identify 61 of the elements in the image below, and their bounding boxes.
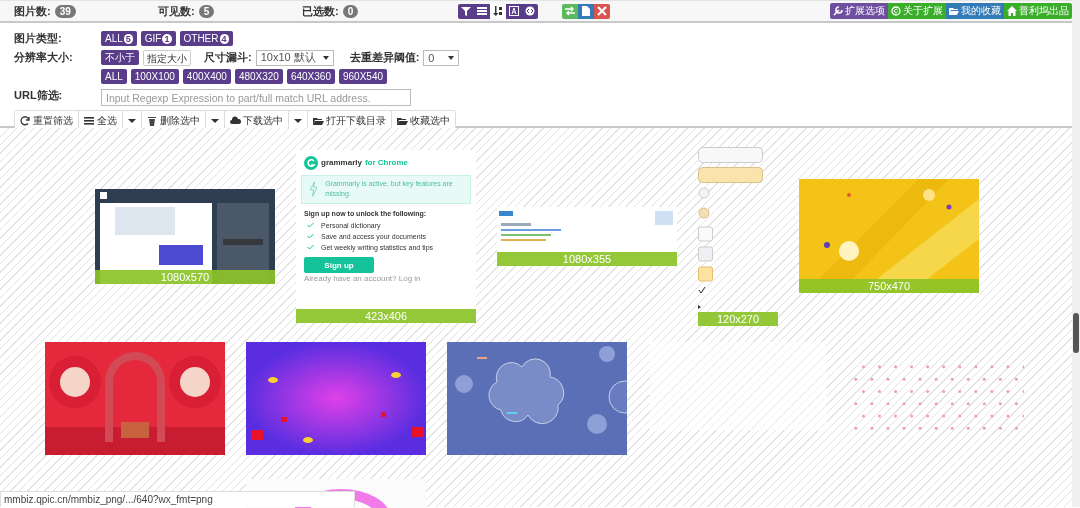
size-preset-button[interactable]: 400X400 <box>182 69 231 84</box>
logo-icon <box>304 155 318 170</box>
toolbar-button[interactable]: 打开下载目录 <box>308 111 392 131</box>
toolbar-button[interactable]: 收藏选中 <box>392 111 455 131</box>
folder-icon <box>397 116 408 126</box>
refresh-icon <box>20 116 31 126</box>
list-icon <box>84 116 95 126</box>
folder-icon <box>313 116 324 126</box>
product-name: for Chrome <box>364 158 409 167</box>
type-filter-button[interactable]: OTHER 4 <box>179 31 233 46</box>
caret-icon <box>294 119 302 123</box>
home-icon <box>1007 6 1017 16</box>
type-filter-button[interactable]: GIF 1 <box>140 31 176 46</box>
code-tool-icon[interactable] <box>522 3 538 19</box>
count-badge: 0 <box>342 4 359 18</box>
scrollbar[interactable] <box>1072 0 1080 507</box>
filter-label: 去重差异阈值: <box>349 50 420 65</box>
size-preset-button[interactable]: 480X320 <box>234 69 283 84</box>
status-bar-url: mmbiz.qpic.cn/mmbiz_png/.../640?wx_fmt=png <box>0 491 355 507</box>
file-icon[interactable] <box>578 3 594 19</box>
brand-name: grammarly <box>321 158 362 167</box>
filter-label: 分辨率大小: <box>14 50 74 65</box>
folder-icon <box>949 6 959 16</box>
trash-icon <box>147 116 158 126</box>
header-link[interactable]: 我的收藏 <box>946 3 1004 19</box>
count-label: 可见数: <box>158 3 195 19</box>
header-link[interactable]: 扩展选项 <box>830 3 888 19</box>
size-mode-button[interactable]: 指定大小 <box>143 49 191 66</box>
size-label: 120x270 <box>698 311 778 326</box>
close-icon[interactable] <box>594 3 610 19</box>
toolbar-button[interactable]: 下载选中 <box>225 111 289 131</box>
size-preset-button[interactable]: 100X100 <box>130 69 179 84</box>
font-tool-icon[interactable] <box>506 3 522 19</box>
filter-label: URL筛选: <box>14 88 64 103</box>
count-badge: 5 <box>198 4 215 18</box>
caret-icon <box>211 119 219 123</box>
url-filter-field[interactable]: Input Regexp Expression to part/full match URL address. <box>101 89 411 106</box>
toolbar-button[interactable]: 重置筛选 <box>15 111 79 131</box>
type-filter-button[interactable]: ALL 5 <box>101 31 137 46</box>
count-label: 已选数: <box>302 3 339 19</box>
lightning-icon <box>310 181 318 197</box>
toolbar-button[interactable]: 全选 <box>79 111 123 131</box>
size-preset-button[interactable]: 960X540 <box>339 69 388 84</box>
size-label: 750x470 <box>799 279 979 293</box>
count-label: 图片数: <box>14 3 51 19</box>
threshold-select[interactable]: 0 <box>423 49 460 66</box>
funnel-select[interactable]: 10x10 默认 <box>255 49 334 66</box>
toolbar-button[interactable]: 删除选中 <box>142 111 206 131</box>
sort-tool-icon[interactable] <box>490 3 506 19</box>
size-preset-button[interactable]: 640X360 <box>286 69 335 84</box>
filter-label: 尺寸漏斗: <box>204 50 252 65</box>
caret-icon <box>128 119 136 123</box>
wrench-icon <box>833 6 843 16</box>
count-badge: 39 <box>54 4 76 18</box>
filter-label: 图片类型: <box>14 31 63 46</box>
filter-tool-icon[interactable] <box>458 3 474 19</box>
size-mode-button[interactable]: 不小于 <box>101 50 139 65</box>
size-preset-button[interactable]: ALL <box>101 69 127 84</box>
rows-tool-icon[interactable] <box>474 3 490 19</box>
copyright-icon <box>891 6 901 16</box>
cloud-icon <box>230 116 241 126</box>
